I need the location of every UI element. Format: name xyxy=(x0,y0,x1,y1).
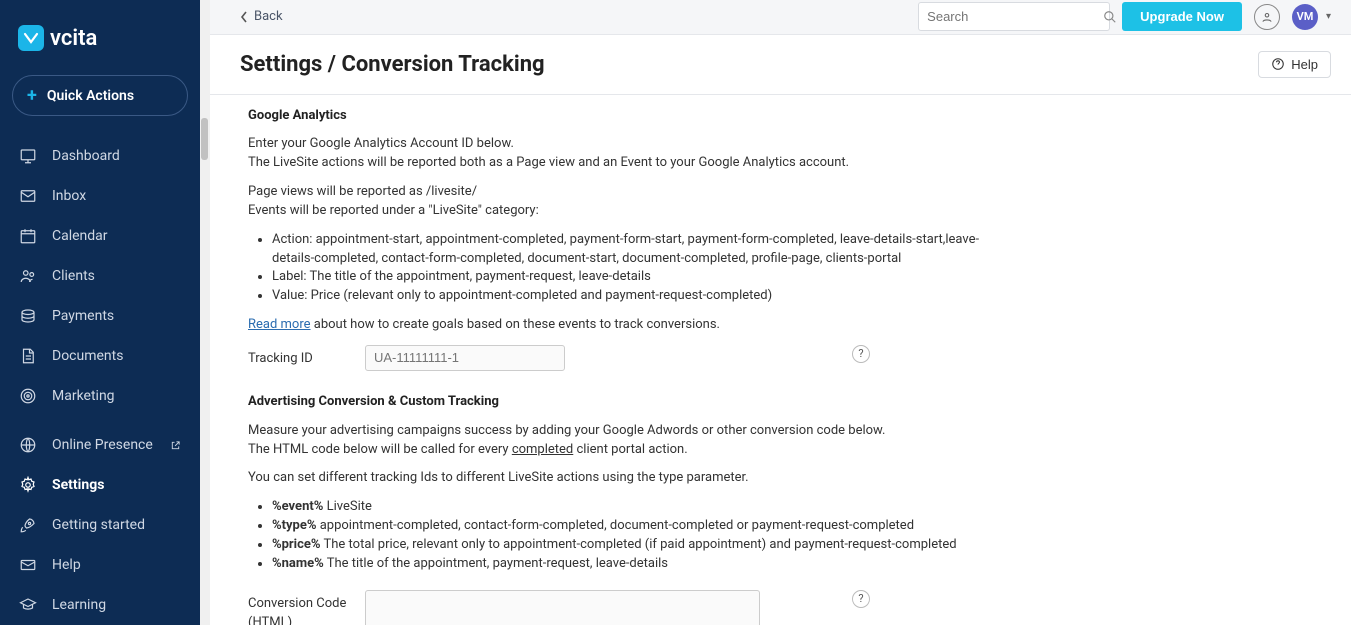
sidebar-item-label: Clients xyxy=(52,268,95,284)
chevron-down-icon[interactable]: ▾ xyxy=(1326,11,1331,22)
ga-bullet: Action: appointment-start, appointment-c… xyxy=(272,231,982,269)
sidebar-item-label: Help xyxy=(52,557,81,573)
page-title: Settings / Conversion Tracking xyxy=(240,52,545,77)
main-panel: Back Upgrade Now VM ▾ Settings / Convers… xyxy=(200,0,1351,625)
sidebar-item-inbox[interactable]: Inbox xyxy=(0,176,200,216)
help-button[interactable]: Help xyxy=(1258,51,1331,78)
conversion-code-textarea[interactable] xyxy=(365,590,760,625)
content: Google Analytics Enter your Google Analy… xyxy=(210,95,1351,625)
back-button[interactable]: Back xyxy=(240,9,283,24)
sidebar-item-settings[interactable]: Settings xyxy=(0,465,200,505)
sidebar-item-online-presence[interactable]: Online Presence xyxy=(0,425,200,465)
chevron-left-icon xyxy=(240,11,248,23)
read-more-tail: about how to create goals based on these… xyxy=(311,317,720,332)
adv-p1a: Measure your advertising campaigns succe… xyxy=(248,422,1331,441)
avatar[interactable]: VM xyxy=(1292,4,1318,30)
inbox-icon xyxy=(18,186,38,206)
sidebar-item-documents[interactable]: Documents xyxy=(0,336,200,376)
help-button-label: Help xyxy=(1291,57,1318,72)
sidebar-item-learning[interactable]: Learning xyxy=(0,585,200,625)
sidebar-item-label: Getting started xyxy=(52,517,145,533)
ga-bullet: Label: The title of the appointment, pay… xyxy=(272,268,1331,287)
account-circle-icon[interactable] xyxy=(1254,4,1280,30)
ga-bullets: Action: appointment-start, appointment-c… xyxy=(248,231,1331,306)
sidebar-item-clients[interactable]: Clients xyxy=(0,256,200,296)
sidebar-item-calendar[interactable]: Calendar xyxy=(0,216,200,256)
quick-actions-label: Quick Actions xyxy=(47,88,134,104)
sidebar-item-label: Settings xyxy=(52,477,104,493)
ga-events: Events will be reported under a "LiveSit… xyxy=(248,202,1331,221)
back-label: Back xyxy=(254,9,283,24)
titlebar: Settings / Conversion Tracking Help xyxy=(210,35,1351,95)
tracking-id-label: Tracking ID xyxy=(248,345,353,369)
ga-heading: Google Analytics xyxy=(248,107,1331,126)
completed-word: completed xyxy=(512,442,573,457)
clients-icon xyxy=(18,266,38,286)
plus-icon: + xyxy=(27,85,37,106)
adv-p1b: The HTML code below will be called for e… xyxy=(248,441,1331,460)
upgrade-button[interactable]: Upgrade Now xyxy=(1122,2,1242,31)
payments-icon xyxy=(18,306,38,326)
search-input[interactable] xyxy=(927,9,1103,24)
sidebar-item-label: Learning xyxy=(52,597,106,613)
sidebar-item-label: Marketing xyxy=(52,388,115,404)
gear-icon xyxy=(18,475,38,495)
calendar-icon xyxy=(18,226,38,246)
sidebar-item-marketing[interactable]: Marketing xyxy=(0,376,200,416)
sidebar-item-dashboard[interactable]: Dashboard xyxy=(0,136,200,176)
external-link-icon xyxy=(170,440,181,451)
ga-pageviews: Page views will be reported as /livesite… xyxy=(248,183,1331,202)
search-icon xyxy=(1103,10,1117,24)
quick-actions-button[interactable]: + Quick Actions xyxy=(12,75,188,116)
adv-bullet: %price% The total price, relevant only t… xyxy=(272,536,1331,555)
adv-bullet: %type% appointment-completed, contact-fo… xyxy=(272,517,1331,536)
tracking-id-input[interactable] xyxy=(365,345,565,371)
brand-name: vcita xyxy=(50,26,97,51)
help-tooltip-button[interactable]: ? xyxy=(852,345,870,363)
ga-intro2: The LiveSite actions will be reported bo… xyxy=(248,154,1331,173)
sidebar-item-getting-started[interactable]: Getting started xyxy=(0,505,200,545)
globe-icon xyxy=(18,435,38,455)
adv-p2: You can set different tracking Ids to di… xyxy=(248,469,1331,488)
ga-intro1: Enter your Google Analytics Account ID b… xyxy=(248,135,1331,154)
sidebar-item-label: Payments xyxy=(52,308,114,324)
ga-bullet: Value: Price (relevant only to appointme… xyxy=(272,287,1331,306)
conversion-code-label: Conversion Code (HTML) xyxy=(248,590,353,625)
search-box[interactable] xyxy=(918,2,1110,31)
rocket-icon xyxy=(18,515,38,535)
adv-bullet: %name% The title of the appointment, pay… xyxy=(272,555,1331,574)
scrollbar[interactable] xyxy=(200,0,210,625)
brand-logo[interactable]: vcita xyxy=(0,0,200,65)
sidebar-item-label: Documents xyxy=(52,348,123,364)
topbar: Back Upgrade Now VM ▾ xyxy=(210,0,1351,35)
dashboard-icon xyxy=(18,146,38,166)
sidebar-item-label: Online Presence xyxy=(52,437,153,453)
learning-icon xyxy=(18,595,38,615)
adv-bullets: %event% LiveSite %type% appointment-comp… xyxy=(248,498,1331,573)
help-tooltip-button[interactable]: ? xyxy=(852,590,870,608)
documents-icon xyxy=(18,346,38,366)
adv-bullet: %event% LiveSite xyxy=(272,498,1331,517)
envelope-icon xyxy=(18,555,38,575)
marketing-icon xyxy=(18,386,38,406)
sidebar-item-help[interactable]: Help xyxy=(0,545,200,585)
sidebar-item-label: Dashboard xyxy=(52,148,120,164)
sidebar: vcita + Quick Actions Dashboard Inbox Ca… xyxy=(0,0,200,625)
sidebar-item-label: Inbox xyxy=(52,188,86,204)
help-icon xyxy=(1271,57,1285,71)
adv-heading: Advertising Conversion & Custom Tracking xyxy=(248,393,1331,412)
read-more-link[interactable]: Read more xyxy=(248,317,311,332)
sidebar-item-label: Calendar xyxy=(52,228,108,244)
brand-mark-icon xyxy=(18,25,44,51)
sidebar-item-payments[interactable]: Payments xyxy=(0,296,200,336)
